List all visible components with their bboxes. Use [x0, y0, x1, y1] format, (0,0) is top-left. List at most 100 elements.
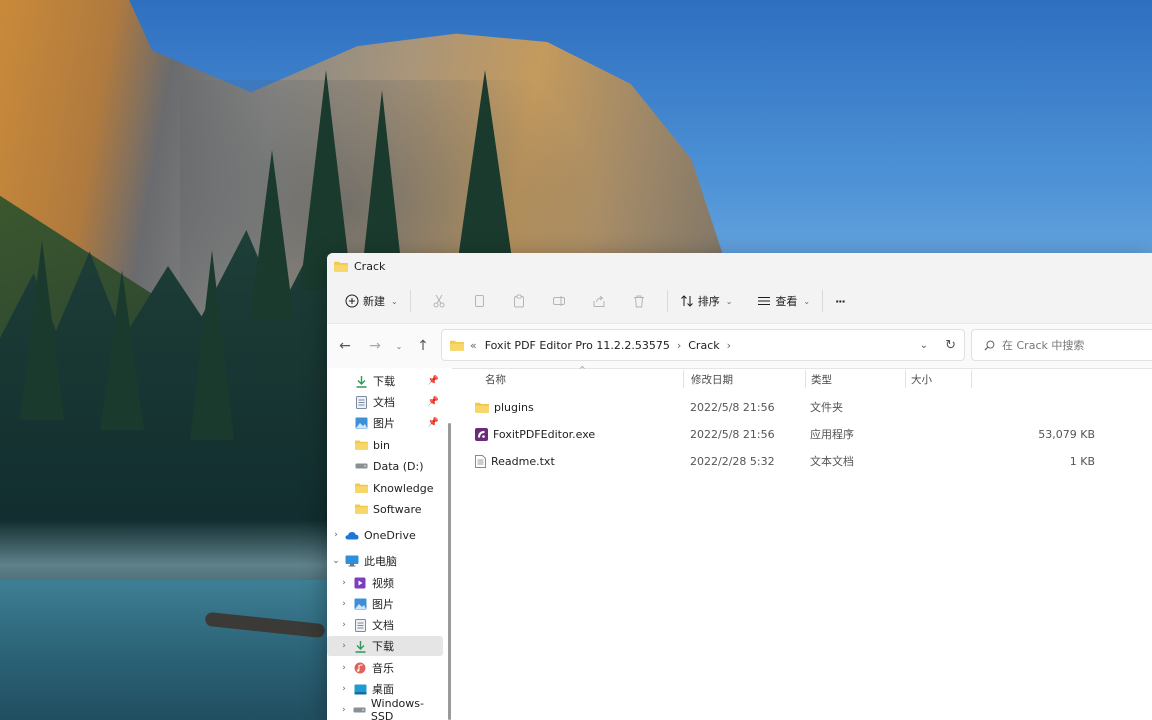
chevron-right-icon[interactable]: › — [339, 578, 349, 588]
column-header-name[interactable]: 名称 — [485, 368, 506, 390]
nav-pane-scrollbar[interactable] — [448, 423, 451, 720]
music-icon — [353, 661, 367, 675]
pictures-icon — [354, 416, 368, 430]
arrow-left-icon: ← — [339, 338, 351, 354]
view-button-label: 查看 — [775, 295, 798, 308]
nav-item-label: 图片 — [372, 598, 394, 611]
breadcrumb-separator[interactable]: › — [727, 339, 731, 352]
nav-item-knowledge[interactable]: Knowledge — [327, 478, 443, 498]
nav-item-documents[interactable]: › 文档 — [327, 615, 443, 635]
file-size: 1 KB — [1069, 454, 1095, 468]
file-date: 2022/5/8 21:56 — [690, 400, 775, 414]
more-icon: ··· — [835, 294, 846, 308]
chevron-down-icon: ⌄ — [391, 296, 398, 306]
breadcrumb-item-parent[interactable]: Foxit PDF Editor Pro 11.2.2.53575 — [485, 339, 670, 352]
file-date: 2022/5/8 21:56 — [690, 427, 775, 441]
nav-item-videos[interactable]: › 视频 — [327, 573, 443, 593]
chevron-right-icon[interactable]: › — [339, 599, 349, 609]
nav-item-bin[interactable]: bin — [327, 435, 443, 455]
address-dropdown-icon[interactable]: ⌄ — [920, 340, 928, 351]
chevron-down-icon: ⌄ — [725, 296, 733, 306]
nav-item-pictures-pinned[interactable]: 图片 📌 — [327, 413, 443, 433]
document-icon — [354, 395, 368, 409]
nav-item-software[interactable]: Software — [327, 499, 443, 519]
up-button[interactable]: ↑ — [408, 331, 438, 361]
rename-icon — [552, 296, 565, 306]
nav-item-label: 图片 — [373, 417, 395, 430]
drive-icon — [354, 459, 368, 473]
copy-button[interactable] — [464, 286, 494, 316]
file-row-plugins[interactable]: plugins 2022/5/8 21:56 文件夹 — [465, 394, 1105, 420]
breadcrumb-separator[interactable]: › — [677, 339, 681, 352]
chevron-down-icon: ⌄ — [803, 296, 811, 306]
column-header-date[interactable]: 修改日期 — [691, 368, 733, 390]
column-resize-handle[interactable] — [805, 370, 806, 388]
nav-item-label: 音乐 — [372, 662, 394, 675]
nav-item-downloads[interactable]: › 下载 — [327, 636, 443, 656]
arrow-right-icon: → — [369, 338, 381, 354]
nav-item-this-pc[interactable]: ⌄ 此电脑 — [327, 551, 443, 571]
file-row-readme-txt[interactable]: Readme.txt 2022/2/28 5:32 文本文档 1 KB — [465, 448, 1105, 474]
sort-icon — [680, 295, 693, 307]
navigation-pane: 下载 📌 文档 📌 图片 📌 bin Data (D:) Knowledge S… — [327, 368, 452, 720]
chevron-right-icon[interactable]: › — [339, 641, 349, 651]
breadcrumb-item-current[interactable]: Crack — [688, 339, 719, 352]
more-options-button[interactable]: ··· — [831, 286, 849, 316]
nav-item-documents-pinned[interactable]: 文档 📌 — [327, 392, 443, 412]
window-titlebar[interactable]: Crack — [327, 253, 1152, 279]
text-file-icon — [475, 454, 486, 468]
view-list-icon — [758, 297, 771, 305]
file-name: Readme.txt — [491, 454, 555, 468]
nav-item-label: Windows-SSD — [370, 697, 424, 720]
pin-icon: 📌 — [427, 397, 439, 407]
nav-item-windows-ssd[interactable]: › Windows-SSD — [327, 697, 443, 720]
new-button[interactable]: 新建 ⌄ — [341, 286, 402, 316]
cut-button[interactable] — [424, 286, 454, 316]
delete-button[interactable] — [624, 286, 654, 316]
chevron-right-icon[interactable]: › — [331, 530, 341, 540]
chevron-right-icon[interactable]: › — [339, 663, 349, 673]
rename-button[interactable] — [544, 286, 574, 316]
nav-item-downloads-pinned[interactable]: 下载 📌 — [327, 371, 443, 391]
share-button[interactable] — [584, 286, 614, 316]
videos-icon — [353, 576, 367, 590]
column-resize-handle[interactable] — [683, 370, 684, 388]
search-icon — [984, 340, 995, 350]
forward-button[interactable]: → — [360, 331, 390, 361]
file-row-foxitpdfeditor-exe[interactable]: FoxitPDFEditor.exe 2022/5/8 21:56 应用程序 5… — [465, 421, 1105, 447]
column-header-size[interactable]: 大小 — [911, 368, 932, 390]
refresh-icon[interactable]: ↻ — [945, 338, 956, 353]
breadcrumb-overflow[interactable]: « — [470, 339, 477, 352]
command-bar: 新建 ⌄ 排序 ⌄ 查看 ⌄ ··· — [327, 279, 1152, 324]
sort-ascending-icon: ^ — [579, 365, 586, 374]
nav-item-pictures[interactable]: › 图片 — [327, 594, 443, 614]
nav-item-label: Knowledge — [373, 481, 434, 495]
address-bar[interactable]: « Foxit PDF Editor Pro 11.2.2.53575 › Cr… — [441, 329, 965, 361]
nav-item-music[interactable]: › 音乐 — [327, 658, 443, 678]
search-input[interactable]: 在 Crack 中搜索 — [1002, 337, 1084, 353]
nav-item-data-drive[interactable]: Data (D:) — [327, 456, 443, 476]
cloud-icon — [345, 528, 359, 542]
recent-locations-button[interactable]: ⌄ — [390, 331, 408, 361]
paste-button[interactable] — [504, 286, 534, 316]
back-button[interactable]: ← — [330, 331, 360, 361]
search-box[interactable]: 在 Crack 中搜索 — [971, 329, 1152, 361]
download-icon — [354, 374, 368, 388]
chevron-right-icon[interactable]: › — [339, 684, 349, 694]
sort-button[interactable]: 排序 ⌄ — [676, 286, 737, 316]
column-resize-handle[interactable] — [905, 370, 906, 388]
nav-item-onedrive[interactable]: › OneDrive — [327, 525, 443, 545]
chevron-right-icon[interactable]: › — [339, 620, 349, 630]
column-header-type[interactable]: 类型 — [811, 368, 832, 390]
plus-circle-icon — [345, 294, 359, 308]
nav-item-desktop[interactable]: › 桌面 — [327, 679, 443, 699]
copy-icon — [474, 295, 484, 307]
chevron-down-icon[interactable]: ⌄ — [331, 556, 341, 566]
view-button[interactable]: 查看 ⌄ — [753, 286, 814, 316]
share-icon — [593, 295, 605, 307]
download-icon — [353, 639, 367, 653]
chevron-right-icon[interactable]: › — [339, 705, 349, 715]
chevron-down-icon: ⌄ — [395, 341, 403, 351]
desktop-icon — [353, 682, 367, 696]
column-resize-handle[interactable] — [971, 370, 972, 388]
